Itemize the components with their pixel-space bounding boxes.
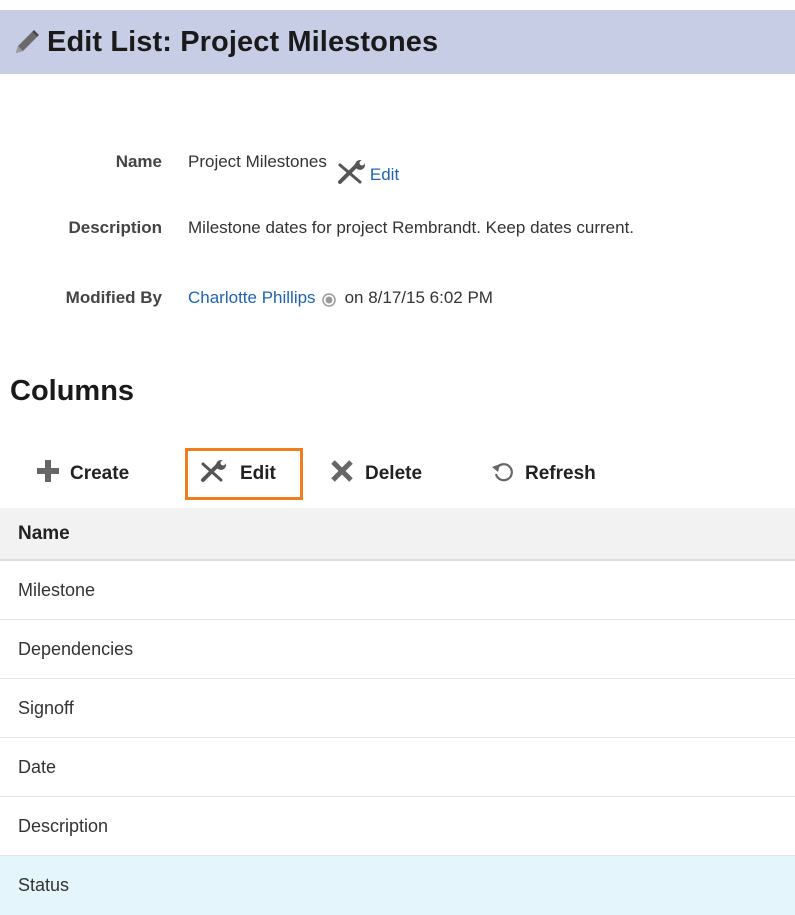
edit-button-label: Edit [240,463,276,484]
create-button[interactable]: Create [36,448,129,500]
modified-date: on 8/17/15 6:02 PM [344,288,493,307]
create-button-label: Create [70,463,130,484]
name-label: Name [115,152,162,171]
x-icon [329,459,355,489]
row-name: Signoff [18,697,74,718]
name-value: Project Milestones [188,152,327,171]
description-property: Description Milestone dates for project … [0,213,795,243]
edit-name-link[interactable]: Edit [336,159,399,185]
row-name: Date [18,756,57,777]
pencil-icon [9,25,43,59]
table-row[interactable]: Description [0,797,795,856]
modified-by-property: Modified By Charlotte Phillips on 8/17/1… [0,283,493,313]
description-value: Milestone dates for project Rembrandt. K… [188,218,635,237]
row-name: Milestone [18,579,96,600]
page-title: Edit List: Project Milestones [47,25,439,58]
table-row[interactable]: Milestone [0,561,795,620]
refresh-icon [491,459,515,489]
delete-button[interactable]: Delete [329,448,422,500]
table-row[interactable]: Date [0,738,795,797]
refresh-button[interactable]: Refresh [491,448,596,500]
refresh-button-label: Refresh [525,463,596,484]
table-row[interactable]: Signoff [0,679,795,738]
page-header: Edit List: Project Milestones [0,10,795,74]
edit-column-button[interactable]: Edit [185,448,303,500]
columns-toolbar: Create Edit Delete Refresh [0,448,795,508]
columns-table: Name Milestone Dependencies Signoff Date… [0,508,795,915]
name-property: Name Project Milestones Edit [0,147,399,184]
delete-button-label: Delete [365,463,423,484]
columns-section-title: Columns [10,375,135,407]
tools-icon [336,159,370,185]
name-column-header[interactable]: Name [0,508,795,561]
table-row-selected[interactable]: Status [0,856,795,915]
row-name: Dependencies [18,638,134,659]
presence-icon[interactable] [321,293,336,307]
tools-icon [200,459,230,489]
row-name: Status [18,875,70,895]
modified-by-label: Modified By [65,288,162,307]
plus-icon [36,459,60,489]
description-label: Description [68,218,162,237]
table-row[interactable]: Dependencies [0,620,795,679]
edit-name-link-label[interactable]: Edit [370,165,399,185]
modified-by-user-link[interactable]: Charlotte Phillips [188,288,316,308]
row-name: Description [18,815,109,836]
